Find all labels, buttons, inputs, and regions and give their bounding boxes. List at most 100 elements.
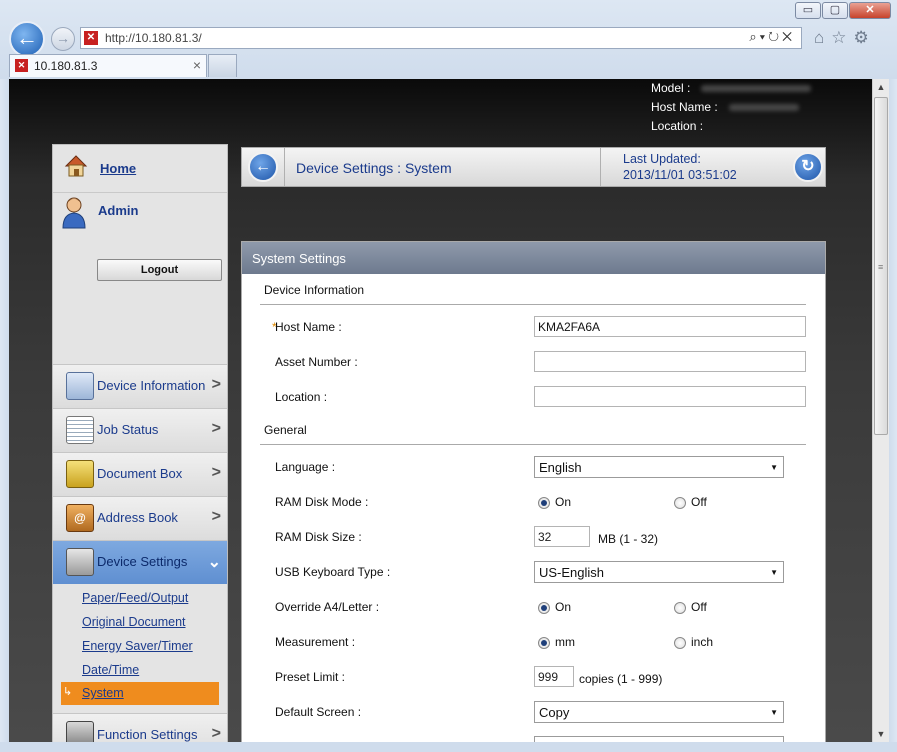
dropdown-icon[interactable]: ▾ [760,29,768,44]
window-controls: ▭ ▢ ✕ [794,2,891,19]
subnav-energy-saver-timer[interactable]: Energy Saver/Timer [82,639,193,653]
forward-button[interactable]: → [51,27,75,51]
language-label: Language : [275,460,336,474]
sidebar-item-label: Function Settings [97,727,198,742]
gear-icon[interactable]: ⚙ [854,28,876,47]
refresh-button[interactable]: ↻ [793,152,823,182]
ram-disk-mode-off-radio[interactable]: Off [674,495,707,509]
sidebar-item-device-information[interactable]: Device Information > [53,364,227,408]
radio-selected-icon [538,496,550,509]
minimize-button[interactable]: ▭ [795,2,821,19]
ram-disk-mode-on-radio[interactable]: On [538,495,571,509]
radio-label: mm [555,635,575,649]
language-select[interactable]: English ▼ [534,456,784,478]
divider [284,148,285,186]
close-window-button[interactable]: ✕ [849,2,891,19]
home-icon [63,153,89,179]
preset-limit-unit: copies (1 - 999) [579,672,663,686]
stop-icon[interactable]: ✕ [782,29,795,44]
sidebar-item-label: Device Settings [97,554,188,569]
sidebar-item-label: Job Status [97,422,159,437]
maximize-button[interactable]: ▢ [822,2,848,19]
back-nav-button[interactable]: ← [248,152,278,182]
sidebar-item-function-settings[interactable]: Function Settings > [53,713,227,742]
measurement-inch-radio[interactable]: inch [674,635,713,649]
refresh-icon[interactable]: ↻ [768,29,782,44]
sidebar-item-device-settings[interactable]: Device Settings ⌄ [53,540,227,584]
measurement-mm-radio[interactable]: mm [538,635,575,649]
back-arrow-icon: ← [16,25,38,50]
subnav-system-selected[interactable]: ↳ System [61,682,219,705]
chevron-right-icon: > [211,376,221,393]
default-screen-label: Default Screen : [275,705,362,719]
location-input[interactable] [534,386,806,407]
dropdown-arrow-icon: ▼ [770,708,778,717]
vertical-scrollbar[interactable]: ▲ ≡ ▼ [872,79,889,742]
ram-disk-size-input[interactable]: 32 [534,526,590,547]
device-settings-icon [66,548,94,576]
radio-unselected-icon [674,601,686,614]
override-a4-on-radio[interactable]: On [538,600,571,614]
sidebar-item-label: Device Information [97,378,206,393]
logout-button[interactable]: Logout [97,259,222,281]
browser-tab[interactable]: ✕ 10.180.81.3 × [9,54,207,77]
default-screen-select[interactable]: Copy ▼ [534,701,784,723]
host-name-label: Host Name : [651,100,718,114]
divider [600,148,601,186]
usb-keyboard-type-select[interactable]: US-English ▼ [534,561,784,583]
location-label: Location : [651,119,704,133]
window-frame-right [889,79,897,752]
selected-arrow-icon: ↳ [63,686,73,698]
window-frame-bottom [0,742,897,752]
asset-number-input[interactable] [534,351,806,372]
section-device-information: Device Information [264,283,365,297]
subnav-system-label: System [82,686,124,700]
override-a4-off-radio[interactable]: Off [674,600,707,614]
scroll-down-arrow-icon[interactable]: ▼ [873,726,889,742]
new-tab-button[interactable] [208,54,237,77]
scrollbar-grip-icon: ≡ [878,262,884,272]
usb-keyboard-type-label: USB Keyboard Type : [275,565,391,579]
subnav-original-document[interactable]: Original Document [82,615,186,629]
scrollbar-thumb[interactable]: ≡ [874,97,888,435]
sidebar-item-label: Address Book [97,510,178,525]
sidebar-home-row[interactable]: Home [53,145,227,193]
breadcrumb: Device Settings : System [296,160,452,176]
radio-label: On [555,495,572,509]
search-icon[interactable]: ⌕ [749,29,759,44]
url-text[interactable]: http://10.180.81.3/ [105,31,202,45]
sidebar-item-address-book[interactable]: @ Address Book > [53,496,227,540]
sidebar-item-job-status[interactable]: Job Status > [53,408,227,452]
chevron-right-icon: > [211,725,221,742]
sidebar-item-document-box[interactable]: Document Box > [53,452,227,496]
admin-label: Admin [98,203,139,218]
radio-label: inch [691,635,714,649]
home-link[interactable]: Home [100,161,136,176]
chevron-right-icon: > [211,508,221,525]
host-name-input[interactable]: KMA2FA6A [534,316,806,337]
tab-close-icon[interactable]: × [193,57,201,73]
document-box-icon [66,460,94,488]
radio-label: Off [691,600,707,614]
chevron-right-icon: > [211,464,221,481]
address-bar[interactable]: ✕ http://10.180.81.3/ ⌕▾↻✕ [80,27,802,49]
override-a4-letter-label: Override A4/Letter : [275,600,380,614]
tab-site-icon: ✕ [15,59,28,72]
sidebar-user-row: Admin [53,193,227,233]
forward-arrow-icon: → [56,30,70,46]
subnav-paper-feed-output[interactable]: Paper/Feed/Output [82,591,188,605]
scroll-up-arrow-icon[interactable]: ▲ [873,79,889,95]
admin-user-icon [61,195,87,229]
tab-title: 10.180.81.3 [34,59,98,73]
radio-selected-icon [538,636,550,649]
section-general: General [264,423,307,437]
dropdown-arrow-icon: ▼ [770,568,778,577]
home-icon[interactable]: ⌂ [814,28,831,47]
certificate-error-icon: ✕ [84,31,98,45]
subnav-date-time[interactable]: Date/Time [82,663,139,677]
preset-limit-label: Preset Limit : [275,670,346,684]
preset-limit-input[interactable]: 999 [534,666,574,687]
favorites-star-icon[interactable]: ☆ [831,28,853,47]
back-button[interactable]: ← [9,21,45,57]
radio-label: Off [691,495,707,509]
